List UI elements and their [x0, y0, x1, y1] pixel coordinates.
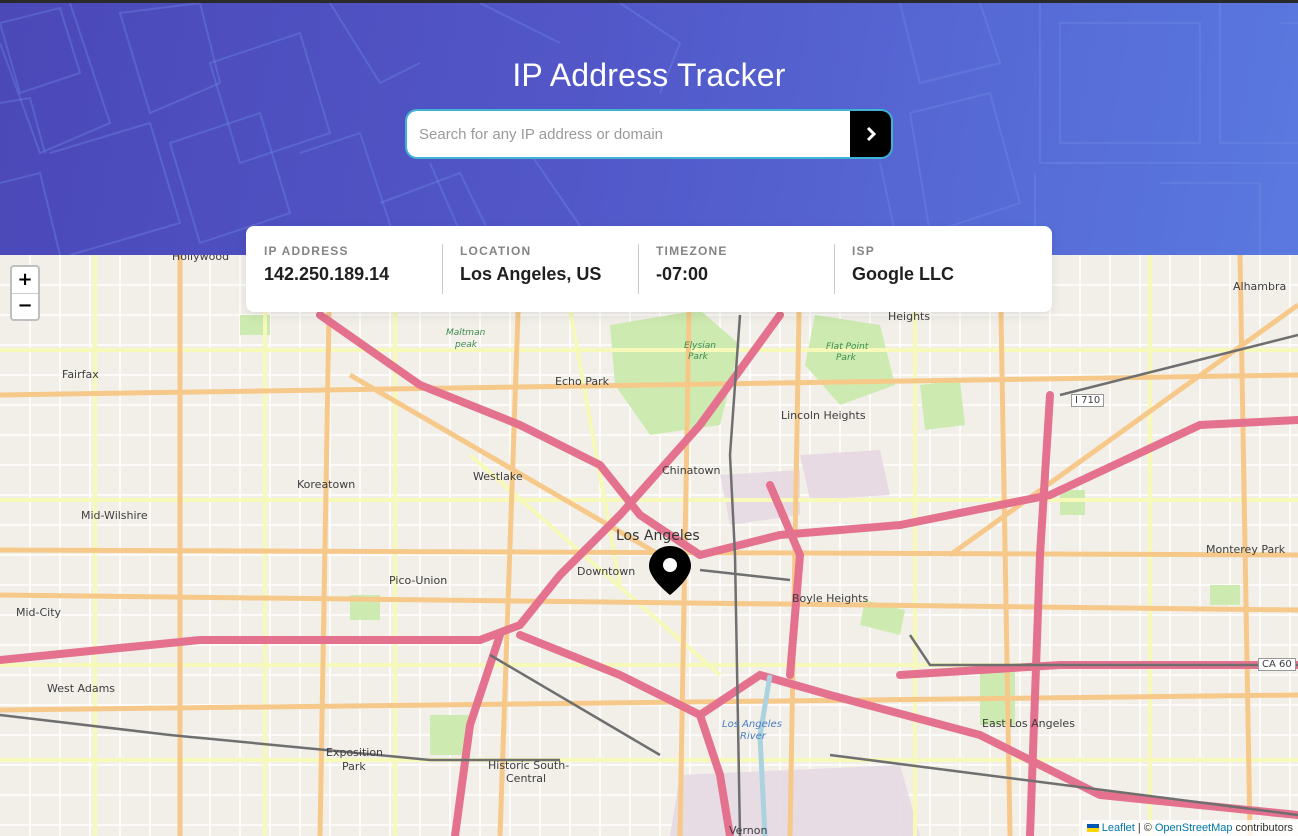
map-label: Park [342, 760, 366, 773]
ip-address-value: 142.250.189.14 [264, 264, 390, 284]
map-label: Westlake [473, 470, 523, 483]
map-label: River [740, 731, 766, 742]
location-label: LOCATION [460, 244, 532, 258]
ip-address-cell: IP ADDRESS 142.250.189.14 [246, 244, 442, 312]
isp-cell: ISP Google LLC [834, 244, 1030, 312]
map-label: Echo Park [555, 375, 609, 388]
location-value: Los Angeles, US [460, 264, 602, 284]
page-title: IP Address Tracker [512, 57, 786, 93]
timezone-label: TIMEZONE [656, 244, 728, 258]
search-submit-button[interactable] [850, 111, 891, 157]
map-label: Park [836, 353, 856, 363]
highway-shield: CA 60 [1258, 658, 1296, 671]
ip-address-label: IP ADDRESS [264, 244, 349, 258]
map-label: Boyle Heights [792, 592, 869, 605]
leaflet-link[interactable]: Leaflet [1102, 822, 1135, 834]
map-label: Park [688, 352, 708, 362]
openstreetmap-link[interactable]: OpenStreetMap [1155, 822, 1233, 834]
ip-info-panel: IP ADDRESS 142.250.189.14 LOCATION Los A… [246, 226, 1052, 312]
map-label: Flat Point [826, 342, 869, 352]
timezone-cell: TIMEZONE -07:00 [638, 244, 834, 312]
map-label: Exposition [326, 746, 384, 759]
map-label: Maltman [446, 328, 486, 338]
map-label: Monterey Park [1206, 543, 1286, 556]
zoom-in-button[interactable]: + [12, 267, 38, 294]
map-label: Chinatown [662, 464, 721, 477]
map-label: Los Angeles [722, 719, 782, 730]
map-label: West Adams [47, 682, 116, 695]
location-pin-icon[interactable] [648, 545, 692, 602]
map-label: Alhambra [1233, 280, 1287, 293]
zoom-control: + − [10, 265, 40, 321]
map-label: Fairfax [62, 368, 99, 381]
search-input[interactable] [407, 111, 850, 157]
attribution-suffix: contributors [1235, 822, 1293, 834]
map-label: Lincoln Heights [781, 409, 866, 422]
ukraine-flag-icon [1086, 824, 1099, 832]
map-label: Los Angeles [616, 528, 700, 544]
header: IP Address Tracker [0, 3, 1298, 255]
zoom-out-button[interactable]: − [12, 293, 38, 319]
map-label: Historic South- [488, 759, 570, 772]
highway-shield: I 710 [1071, 394, 1105, 407]
map-label: Hollywood [172, 255, 230, 263]
map-label: East Los Angeles [982, 717, 1075, 730]
chevron-right-icon [866, 127, 876, 141]
map-label: Central [506, 772, 547, 785]
attribution-separator: | © [1137, 822, 1152, 834]
map-attribution: Leaflet | © OpenStreetMap contributors [1081, 820, 1298, 836]
map-label: Pico-Union [389, 574, 448, 587]
map-label: Downtown [577, 565, 636, 578]
map-label: Vernon [729, 824, 768, 836]
location-cell: LOCATION Los Angeles, US [442, 244, 638, 312]
map-label: Mid-City [16, 606, 62, 619]
map-label: Koreatown [297, 478, 356, 491]
isp-value: Google LLC [852, 264, 954, 284]
search-bar [407, 111, 891, 157]
map-label: Elysian [684, 341, 716, 351]
isp-label: ISP [852, 244, 875, 258]
map-label: peak [455, 340, 477, 350]
map-label: Mid-Wilshire [81, 509, 148, 522]
timezone-value: -07:00 [656, 264, 709, 284]
